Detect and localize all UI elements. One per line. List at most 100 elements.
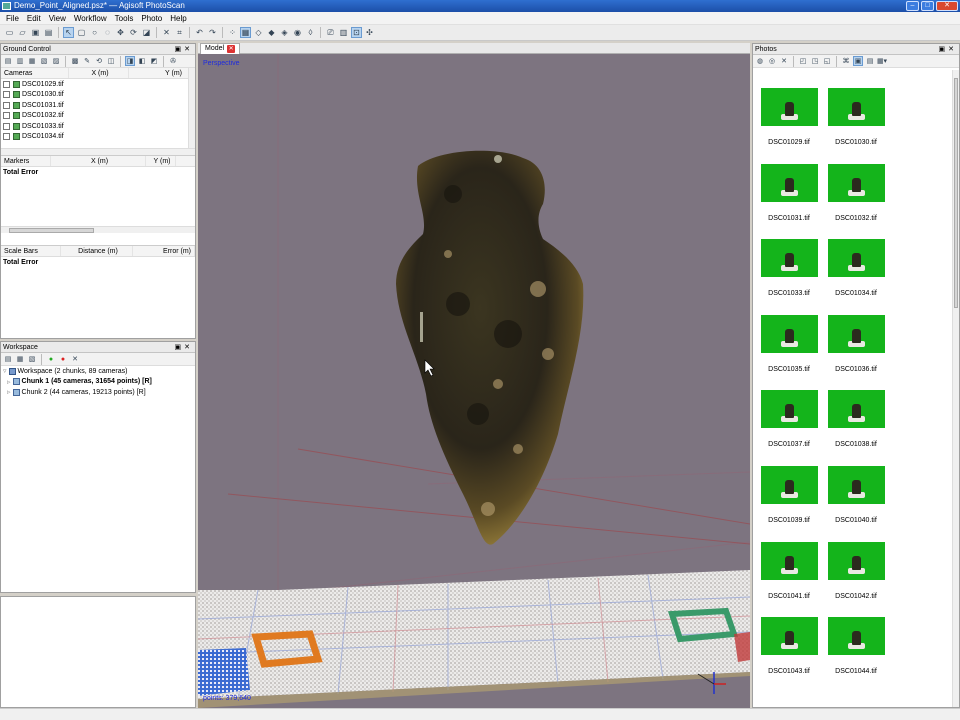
- redo-icon[interactable]: ↷: [207, 27, 218, 38]
- expand-icon[interactable]: ▹: [7, 388, 11, 396]
- cameras-horizontal-scrollbar[interactable]: [1, 148, 195, 155]
- workspace-root[interactable]: ▿ Workspace (2 chunks, 89 cameras): [1, 366, 195, 377]
- photo-thumbnail[interactable]: DSC01030.tif: [826, 88, 886, 146]
- crop-selection-icon[interactable]: ⌗: [174, 27, 185, 38]
- tools-icon[interactable]: ✇: [168, 56, 178, 66]
- move-object-icon[interactable]: ✥: [115, 27, 126, 38]
- photo-thumbnail[interactable]: DSC01036.tif: [826, 314, 886, 373]
- cameras-col-name[interactable]: Cameras: [1, 68, 69, 78]
- cameras-col-y[interactable]: Y (m): [129, 68, 189, 78]
- enable-camera-icon[interactable]: ◍: [755, 56, 765, 66]
- camera-row[interactable]: DSC01030.tif: [1, 90, 195, 101]
- marker-icon[interactable]: ✎: [82, 56, 92, 66]
- table-icon[interactable]: ▦: [27, 56, 37, 66]
- add-chunk-icon[interactable]: ▤: [3, 354, 13, 364]
- camera-row[interactable]: DSC01034.tif: [1, 132, 195, 143]
- tab-model[interactable]: Model ✕: [200, 43, 241, 54]
- camera-checkbox[interactable]: [3, 122, 10, 130]
- point-cloud-icon[interactable]: ⁘: [227, 27, 238, 38]
- enable-icon[interactable]: ●: [46, 354, 56, 364]
- cameras-vertical-scrollbar[interactable]: [188, 68, 195, 155]
- reset-filter-icon[interactable]: ⌘: [841, 56, 851, 66]
- free-form-select-icon[interactable]: ◌: [102, 27, 113, 38]
- close-icon[interactable]: ✕: [948, 46, 957, 53]
- scalebars-col-distance[interactable]: Distance (m): [61, 246, 133, 256]
- camera-checkbox[interactable]: [3, 91, 10, 99]
- settings-icon[interactable]: ▨: [51, 56, 61, 66]
- close-icon[interactable]: ✕: [184, 46, 193, 53]
- grid-icon[interactable]: ▧: [39, 56, 49, 66]
- view-estimated-icon[interactable]: ◧: [137, 56, 147, 66]
- expand-icon[interactable]: ▿: [3, 367, 7, 375]
- view-source-icon[interactable]: ◨: [125, 56, 135, 66]
- disable-camera-icon[interactable]: ◎: [767, 56, 777, 66]
- delete-selection-icon[interactable]: ✕: [161, 27, 172, 38]
- remove-icon[interactable]: ✕: [70, 354, 80, 364]
- navigation-cursor-icon[interactable]: ↖: [63, 27, 74, 38]
- scrollbar-thumb[interactable]: [9, 228, 94, 233]
- chunk-item[interactable]: ▹ Chunk 2 (44 cameras, 19213 points) [R]: [1, 387, 195, 398]
- camera-checkbox[interactable]: [3, 133, 10, 141]
- markers-col-y[interactable]: Y (m): [146, 156, 176, 166]
- reset-view-icon[interactable]: ✣: [364, 27, 375, 38]
- details-icon[interactable]: ▤: [865, 56, 875, 66]
- menu-tools[interactable]: Tools: [111, 12, 138, 24]
- textured-icon[interactable]: ◉: [292, 27, 303, 38]
- menu-edit[interactable]: Edit: [23, 12, 45, 24]
- photo-thumbnail[interactable]: DSC01037.tif: [759, 390, 819, 448]
- photo-thumbnail[interactable]: DSC01029.tif: [759, 88, 819, 146]
- rotate-object-icon[interactable]: ⟳: [128, 27, 139, 38]
- show-cameras-icon[interactable]: ⎚: [325, 27, 336, 38]
- wireframe-icon[interactable]: ◇: [253, 27, 264, 38]
- minimize-button[interactable]: –: [906, 1, 919, 11]
- markers-horizontal-scrollbar[interactable]: [1, 226, 195, 233]
- photos-vertical-scrollbar[interactable]: [952, 70, 959, 707]
- 3d-scene[interactable]: [198, 54, 750, 708]
- view-errors-icon[interactable]: ◩: [149, 56, 159, 66]
- add-photos-icon[interactable]: ▦: [15, 354, 25, 364]
- add-folder-icon[interactable]: ▧: [27, 354, 37, 364]
- menu-workflow[interactable]: Workflow: [70, 12, 111, 24]
- open-folder-icon[interactable]: ▱: [17, 27, 28, 38]
- optimize-icon[interactable]: ◫: [106, 56, 116, 66]
- refresh-icon[interactable]: ⟲: [94, 56, 104, 66]
- markers-col-x[interactable]: X (m): [51, 156, 146, 166]
- scrollbar-thumb[interactable]: [954, 78, 958, 308]
- menu-view[interactable]: View: [45, 12, 70, 24]
- filter-icon[interactable]: ▣: [853, 56, 863, 66]
- menu-photo[interactable]: Photo: [137, 12, 166, 24]
- expand-icon[interactable]: ▹: [7, 378, 11, 386]
- save-icon[interactable]: ▣: [30, 27, 41, 38]
- photo-thumbnail[interactable]: DSC01044.tif: [826, 617, 886, 675]
- close-window-button[interactable]: ✕: [936, 1, 958, 11]
- undo-icon[interactable]: ↶: [194, 27, 205, 38]
- scalebars-col-error[interactable]: Error (m): [133, 246, 195, 256]
- cameras-col-x[interactable]: X (m): [69, 68, 129, 78]
- float-icon[interactable]: ▣: [175, 46, 185, 53]
- photo-thumbnail[interactable]: DSC01039.tif: [759, 466, 819, 524]
- show-trackball-icon[interactable]: ⊡: [351, 27, 362, 38]
- solid-icon[interactable]: ◈: [279, 27, 290, 38]
- photo-thumbnail[interactable]: DSC01042.tif: [826, 541, 886, 600]
- close-icon[interactable]: ✕: [184, 344, 193, 351]
- camera-checkbox[interactable]: [3, 101, 10, 109]
- close-tab-icon[interactable]: ✕: [227, 45, 236, 53]
- menu-file[interactable]: File: [2, 12, 23, 24]
- camera-row[interactable]: DSC01031.tif: [1, 100, 195, 111]
- circle-select-icon[interactable]: ○: [89, 27, 100, 38]
- photo-thumbnail[interactable]: DSC01038.tif: [826, 390, 886, 448]
- photo-thumbnail[interactable]: DSC01040.tif: [826, 466, 886, 524]
- markers-col-name[interactable]: Markers: [1, 156, 51, 166]
- float-icon[interactable]: ▣: [175, 344, 185, 351]
- photo-thumbnail[interactable]: DSC01031.tif: [759, 163, 819, 222]
- view-mode-dropdown-icon[interactable]: ▦▾: [877, 56, 887, 66]
- disable-icon[interactable]: ●: [58, 354, 68, 364]
- align-icon[interactable]: ▩: [70, 56, 80, 66]
- new-document-icon[interactable]: ▭: [4, 27, 15, 38]
- import-icon[interactable]: ▤: [3, 56, 13, 66]
- photo-thumbnail[interactable]: DSC01033.tif: [759, 239, 819, 297]
- export-icon[interactable]: ▥: [15, 56, 25, 66]
- camera-row[interactable]: DSC01029.tif: [1, 79, 195, 90]
- camera-row[interactable]: DSC01033.tif: [1, 121, 195, 132]
- print-icon[interactable]: ▤: [43, 27, 54, 38]
